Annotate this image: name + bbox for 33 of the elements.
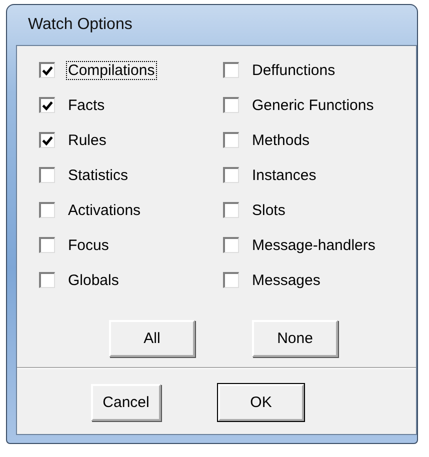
checkbox-label[interactable]: Message-handlers: [250, 236, 378, 254]
checkbox[interactable]: [223, 62, 239, 78]
checkbox[interactable]: [39, 97, 55, 113]
checkbox-label[interactable]: Compilations: [66, 60, 157, 80]
checkbox-label[interactable]: Generic Functions: [250, 96, 376, 114]
checkbox[interactable]: [223, 202, 239, 218]
checkbox-label[interactable]: Messages: [250, 270, 322, 290]
select-none-button[interactable]: None: [252, 320, 338, 357]
checkbox[interactable]: [39, 272, 55, 288]
checkbox-label[interactable]: Methods: [250, 130, 312, 150]
checkbox[interactable]: [223, 272, 239, 288]
checkbox[interactable]: [39, 237, 55, 253]
checkbox-label[interactable]: Slots: [250, 200, 288, 220]
checkbox[interactable]: [39, 62, 55, 78]
checkbox-label[interactable]: Rules: [66, 130, 108, 150]
checkbox-label[interactable]: Focus: [66, 236, 111, 254]
select-all-button[interactable]: All: [109, 320, 195, 357]
checkbox[interactable]: [223, 167, 239, 183]
checkbox[interactable]: [39, 167, 55, 183]
checkbox[interactable]: [223, 97, 239, 113]
checkbox-label[interactable]: Facts: [66, 96, 107, 114]
checkbox-label[interactable]: Globals: [66, 270, 121, 290]
checkbox-label[interactable]: Deffunctions: [250, 60, 338, 80]
ok-button[interactable]: OK: [218, 384, 304, 421]
checkbox-label[interactable]: Statistics: [66, 166, 130, 184]
checkbox[interactable]: [39, 132, 55, 148]
checkbox[interactable]: [223, 237, 239, 253]
window-title: Watch Options: [27, 15, 134, 35]
checkbox[interactable]: [223, 132, 239, 148]
cancel-button[interactable]: Cancel: [91, 384, 161, 421]
checkbox-label[interactable]: Instances: [250, 166, 318, 184]
checkbox-label[interactable]: Activations: [66, 200, 143, 220]
checkbox[interactable]: [39, 202, 55, 218]
